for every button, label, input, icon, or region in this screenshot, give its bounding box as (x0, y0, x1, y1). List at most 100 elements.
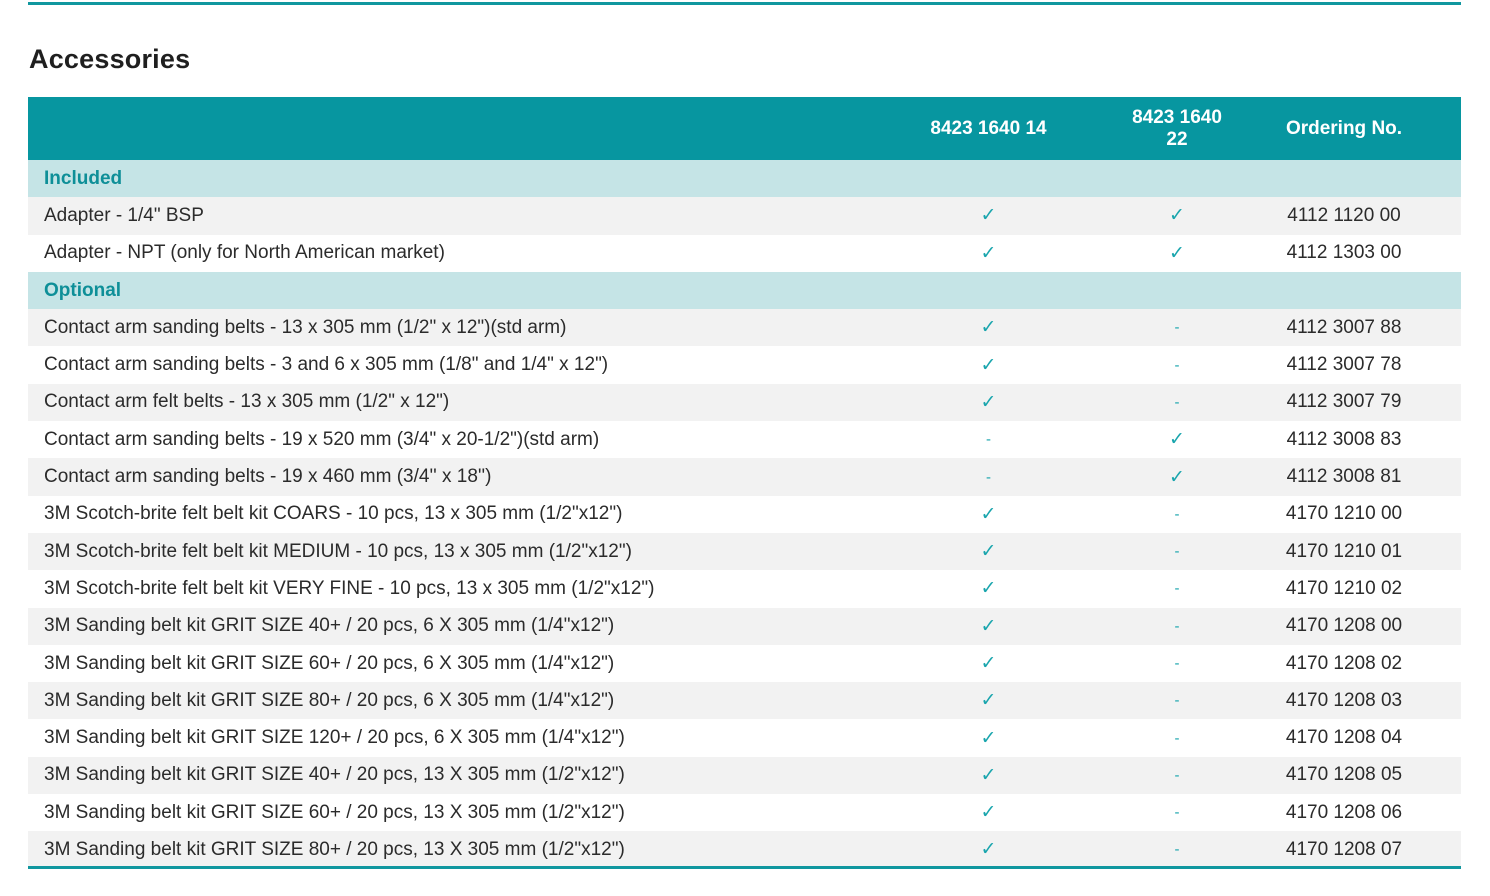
not-applicable-dash: - (1174, 729, 1180, 747)
checkmark-icon: ✓ (980, 242, 997, 264)
row-ordering-no: 4170 1208 02 (1285, 652, 1403, 674)
row-ordering-no: 4170 1210 01 (1285, 540, 1403, 562)
checkmark-icon: ✓ (980, 764, 997, 786)
header-ordering-no: Ordering No. (1285, 117, 1403, 139)
table-row: 3M Scotch-brite felt belt kit MEDIUM - 1… (28, 532, 1461, 571)
row-description: 3M Scotch-brite felt belt kit MEDIUM - 1… (44, 540, 632, 562)
row-ordering-no: 4112 3007 78 (1286, 354, 1402, 376)
table-row: 3M Sanding belt kit GRIT SIZE 60+ / 20 p… (28, 794, 1461, 832)
checkmark-icon: ✓ (980, 578, 997, 600)
checkmark-icon: ✓ (980, 653, 997, 674)
row-ordering-no: 4112 3008 83 (1286, 428, 1402, 450)
bottom-rule (28, 866, 1461, 869)
row-description: 3M Scotch-brite felt belt kit VERY FINE … (44, 577, 655, 599)
not-applicable-dash: - (1174, 617, 1180, 635)
row-ordering-no: 4112 3007 79 (1286, 391, 1402, 413)
row-description: Adapter - 1/4" BSP (44, 204, 204, 226)
checkmark-icon: ✓ (980, 354, 997, 376)
row-ordering-no: 4170 1208 04 (1285, 727, 1403, 749)
row-ordering-no: 4112 3008 81 (1286, 466, 1402, 488)
row-description: Contact arm sanding belts - 3 and 6 x 30… (44, 354, 609, 376)
checkmark-icon: ✓ (1169, 242, 1185, 264)
table-row: Adapter - 1/4" BSP ✓ ✓ 4112 1120 00 (28, 197, 1461, 235)
checkmark-icon: ✓ (980, 205, 997, 227)
not-applicable-dash: - (1174, 505, 1180, 523)
not-applicable-dash: - (1174, 356, 1180, 374)
table-row: Contact arm sanding belts - 13 x 305 mm … (28, 309, 1461, 347)
row-description: Contact arm sanding belts - 19 x 520 mm … (44, 428, 600, 450)
table-row: 3M Sanding belt kit GRIT SIZE 80+ / 20 p… (28, 831, 1461, 869)
table-body: Included Adapter - 1/4" BSP ✓ ✓ 4112 1120 00… (28, 160, 1461, 869)
group-row-optional: Optional (28, 271, 1461, 310)
table-row: Contact arm felt belts - 13 x 305 mm (1/… (28, 383, 1461, 422)
row-description: 3M Sanding belt kit GRIT SIZE 120+ / 20 … (44, 727, 625, 749)
row-ordering-no: 4170 1210 00 (1285, 503, 1403, 525)
row-description: 3M Sanding belt kit GRIT SIZE 80+ / 20 p… (44, 838, 625, 860)
row-ordering-no: 4170 1208 00 (1285, 615, 1403, 637)
accessories-table-wrapper: 8423 1640 14 8423 1640 22 Ordering No. I… (28, 97, 1461, 869)
checkmark-icon: ✓ (980, 727, 997, 749)
row-description: 3M Sanding belt kit GRIT SIZE 40+ / 20 p… (44, 615, 615, 637)
not-applicable-dash: - (1174, 804, 1180, 822)
table-row: Contact arm sanding belts - 3 and 6 x 30… (28, 346, 1461, 384)
group-label: Optional (44, 279, 122, 301)
table-row: Contact arm sanding belts - 19 x 460 mm … (28, 458, 1461, 496)
table-row: 3M Sanding belt kit GRIT SIZE 80+ / 20 p… (28, 682, 1461, 720)
row-description: 3M Sanding belt kit GRIT SIZE 60+ / 20 p… (44, 801, 625, 823)
header-row: 8423 1640 14 8423 1640 22 Ordering No. (28, 97, 1461, 160)
table-row: Contact arm sanding belts - 19 x 520 mm … (28, 421, 1461, 459)
row-description: 3M Sanding belt kit GRIT SIZE 80+ / 20 p… (44, 689, 615, 711)
row-description: Contact arm sanding belts - 19 x 460 mm … (44, 466, 492, 488)
row-ordering-no: 4170 1208 03 (1285, 689, 1403, 711)
checkmark-icon: ✓ (1169, 429, 1185, 451)
row-description: Contact arm sanding belts - 13 x 305 mm … (44, 316, 567, 338)
table-row: 3M Scotch-brite felt belt kit VERY FINE … (28, 570, 1461, 608)
checkmark-icon: ✓ (980, 391, 997, 413)
not-applicable-dash: - (986, 431, 991, 449)
not-applicable-dash: - (1174, 543, 1180, 561)
not-applicable-dash: - (1174, 580, 1180, 598)
table-row: 3M Scotch-brite felt belt kit COARS - 10… (28, 495, 1461, 533)
table-row: 3M Sanding belt kit GRIT SIZE 60+ / 20 p… (28, 644, 1461, 683)
row-ordering-no: 4170 1208 06 (1285, 801, 1403, 823)
table-row: 3M Sanding belt kit GRIT SIZE 120+ / 20 … (28, 719, 1461, 757)
section-title: Accessories (29, 44, 191, 74)
row-description: 3M Sanding belt kit GRIT SIZE 60+ / 20 p… (44, 652, 615, 674)
header-model-22: 8423 1640 22 (1132, 106, 1222, 150)
not-applicable-dash: - (1174, 766, 1180, 784)
row-ordering-no: 4112 1120 00 (1287, 204, 1401, 226)
checkmark-icon: ✓ (980, 541, 997, 563)
table-row: Adapter - NPT (only for North American m… (28, 234, 1461, 272)
not-applicable-dash: - (986, 468, 991, 486)
checkmark-icon: ✓ (1169, 205, 1185, 227)
not-applicable-dash: - (1174, 692, 1180, 710)
checkmark-icon: ✓ (980, 615, 997, 637)
not-applicable-dash: - (1174, 393, 1180, 411)
row-description: 3M Sanding belt kit GRIT SIZE 40+ / 20 p… (44, 764, 625, 786)
accessories-table: 8423 1640 14 8423 1640 22 Ordering No. I… (28, 97, 1461, 869)
row-description: 3M Scotch-brite felt belt kit COARS - 10… (44, 503, 623, 525)
row-ordering-no: 4112 3007 88 (1286, 316, 1402, 338)
not-applicable-dash: - (1174, 841, 1180, 859)
checkmark-icon: ✓ (980, 839, 997, 861)
table-row: 3M Sanding belt kit GRIT SIZE 40+ / 20 p… (28, 607, 1461, 645)
row-ordering-no: 4170 1208 07 (1285, 838, 1403, 860)
table-header: 8423 1640 14 8423 1640 22 Ordering No. (28, 97, 1461, 160)
checkmark-icon: ✓ (1169, 466, 1185, 488)
checkmark-icon: ✓ (980, 802, 997, 824)
checkmark-icon: ✓ (980, 690, 997, 712)
not-applicable-dash: - (1174, 319, 1180, 337)
row-ordering-no: 4170 1208 05 (1285, 764, 1403, 786)
not-applicable-dash: - (1174, 655, 1180, 672)
row-ordering-no: 4112 1303 00 (1286, 242, 1402, 264)
row-description: Adapter - NPT (only for North American m… (44, 242, 445, 264)
checkmark-icon: ✓ (980, 317, 997, 339)
header-description (28, 97, 850, 160)
group-row-included: Included (28, 160, 1461, 198)
checkmark-icon: ✓ (980, 503, 997, 525)
row-description: Contact arm felt belts - 13 x 305 mm (1/… (44, 391, 450, 413)
group-label: Included (44, 167, 123, 189)
header-model-14: 8423 1640 14 (930, 117, 1047, 139)
row-ordering-no: 4170 1210 02 (1285, 577, 1403, 599)
top-rule (28, 2, 1461, 5)
